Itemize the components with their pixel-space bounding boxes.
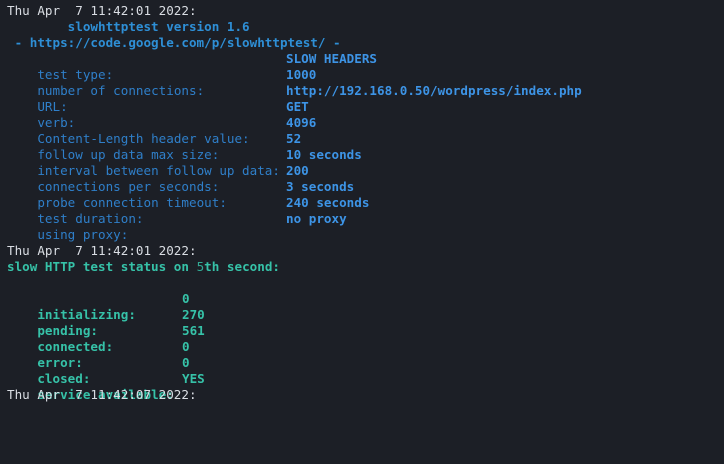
status-header-prefix: slow HTTP test status on — [7, 259, 197, 274]
config-row-interval: interval between follow up data: 10 seco… — [7, 147, 361, 178]
config-row-proxy: using proxy: no proxy — [7, 211, 346, 242]
config-row-follow-up-size: follow up data max size: 52 — [7, 131, 301, 162]
config-row-connections-per-second: connections per seconds: 200 — [7, 163, 308, 194]
config-row-connections: number of connections: 1000 — [7, 67, 316, 98]
banner-url: - https://code.google.com/p/slowhttptest… — [7, 35, 341, 50]
status-value: 0 — [182, 339, 190, 354]
status-row-connected: connected: 561 — [7, 323, 204, 354]
timestamp-line: Thu Apr 7 11:42:01 2022: — [7, 243, 197, 258]
status-value: 0 — [182, 291, 190, 306]
banner-version: slowhttptest version 1.6 — [7, 19, 250, 34]
timestamp-line: Thu Apr 7 11:42:07 2022: — [7, 387, 197, 402]
status-value: 0 — [182, 355, 190, 370]
config-value: 3 seconds — [286, 179, 355, 194]
config-label: using proxy: — [37, 227, 129, 242]
terminal-window[interactable]: Thu Apr 7 11:42:01 2022: slowhttptest ve… — [0, 0, 724, 411]
config-row-test-duration: test duration: 240 seconds — [7, 195, 369, 226]
config-value: 1000 — [286, 67, 317, 82]
config-value: SLOW HEADERS — [286, 51, 377, 66]
config-value: GET — [286, 99, 309, 114]
config-row-content-length: Content-Length header value: 4096 — [7, 115, 316, 146]
config-row-url: URL: http://192.168.0.50/wordpress/index… — [7, 83, 581, 114]
config-row-probe-timeout: probe connection timeout: 3 seconds — [7, 179, 354, 210]
status-second-number: 5 — [196, 259, 205, 274]
status-row-pending: pending: 270 — [7, 307, 204, 338]
status-row-initializing: initializing: 0 — [7, 291, 189, 322]
config-row-verb: verb: GET — [7, 99, 308, 130]
config-value: 10 seconds — [286, 147, 362, 162]
config-value: 4096 — [286, 115, 317, 130]
config-value-url: http://192.168.0.50/wordpress/index.php — [286, 83, 582, 98]
status-row-closed: closed: 0 — [7, 355, 189, 386]
config-value: 52 — [286, 131, 302, 146]
config-value: 200 — [286, 163, 309, 178]
config-row-test-type: test type: SLOW HEADERS — [7, 51, 377, 82]
status-header: slow HTTP test status on 5th second: — [7, 259, 280, 275]
status-row-error: error: 0 — [7, 339, 189, 370]
status-row-service-available: service available: YES — [7, 371, 204, 402]
timestamp-line: Thu Apr 7 11:42:01 2022: — [7, 3, 197, 18]
config-value: 240 seconds — [286, 195, 370, 210]
status-header-suffix: th second: — [204, 259, 280, 274]
status-value: 270 — [182, 307, 205, 322]
status-value: 561 — [182, 323, 205, 338]
status-value: YES — [182, 371, 205, 386]
config-value: no proxy — [286, 211, 347, 226]
